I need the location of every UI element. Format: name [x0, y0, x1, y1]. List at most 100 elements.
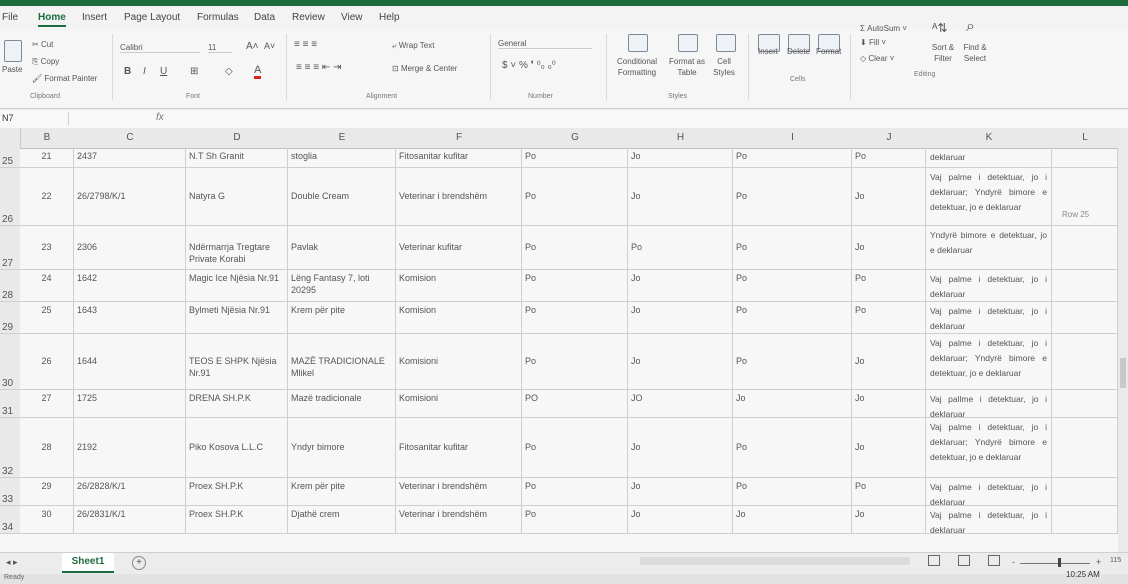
menu-help[interactable]: Help: [379, 12, 400, 23]
cell-product[interactable]: Yndyr bimore: [288, 418, 396, 478]
cell-j[interactable]: Po: [852, 478, 926, 506]
cell-id[interactable]: 1642: [74, 270, 186, 302]
cell-i[interactable]: Po: [733, 478, 852, 506]
cell-name[interactable]: DRENA SH.P.K: [186, 390, 288, 418]
cell-num[interactable]: 24: [20, 270, 74, 302]
cell-empty[interactable]: [1052, 418, 1118, 478]
copy-button[interactable]: ⎘ Copy: [32, 57, 59, 67]
cell-j[interactable]: Jo: [852, 334, 926, 390]
cell-g[interactable]: Po: [522, 418, 628, 478]
column-header-l[interactable]: L: [1052, 128, 1118, 149]
cell-styles-icon[interactable]: [716, 34, 736, 52]
clear-button[interactable]: ◇ Clear ˅: [860, 54, 894, 63]
cut-button[interactable]: ✂ Cut: [32, 40, 53, 49]
row-header[interactable]: 29: [0, 302, 20, 334]
cell-product[interactable]: Djathë crem: [288, 506, 396, 534]
zoom-in-icon[interactable]: +: [1096, 557, 1101, 567]
cell-id[interactable]: 2192: [74, 418, 186, 478]
paste-icon[interactable]: [4, 40, 22, 62]
row-header[interactable]: 25: [0, 148, 20, 168]
cell-g[interactable]: PO: [522, 390, 628, 418]
cell-id[interactable]: 1725: [74, 390, 186, 418]
cell-id[interactable]: 2437: [74, 148, 186, 168]
find-select-button[interactable]: Find & Select: [958, 42, 992, 64]
number-format-select[interactable]: General: [498, 39, 592, 49]
cell-empty[interactable]: [1052, 506, 1118, 534]
cell-name[interactable]: Ndërmarrja Tregtare Private Korabi: [186, 226, 288, 270]
cell-name[interactable]: Bylmeti Njësia Nr.91: [186, 302, 288, 334]
cell-j[interactable]: Jo: [852, 506, 926, 534]
cell-num[interactable]: 25: [20, 302, 74, 334]
cell-num[interactable]: 28: [20, 418, 74, 478]
cell-name[interactable]: TEOS E SHPK Njësia Nr.91: [186, 334, 288, 390]
cell-id[interactable]: 26/2828/K/1: [74, 478, 186, 506]
align-top-icon[interactable]: ≡ ≡ ≡: [294, 39, 317, 50]
cell-control[interactable]: Veterinar i brendshëm: [396, 506, 522, 534]
format-as-table-icon[interactable]: [678, 34, 698, 52]
row-header[interactable]: 33: [0, 478, 20, 506]
cell-g[interactable]: Po: [522, 302, 628, 334]
cell-num[interactable]: 26: [20, 334, 74, 390]
row-header[interactable]: 34: [0, 506, 20, 534]
cell-j[interactable]: Jo: [852, 390, 926, 418]
menu-insert[interactable]: Insert: [82, 12, 107, 23]
cell-product[interactable]: Lëng Fantasy 7, loti 20295: [288, 270, 396, 302]
normal-view-icon[interactable]: [928, 555, 940, 566]
row-header[interactable]: 26: [0, 168, 20, 226]
borders-icon[interactable]: ⊞: [190, 66, 198, 77]
name-box[interactable]: N7: [0, 112, 69, 125]
row-header[interactable]: 32: [0, 418, 20, 478]
cell-k[interactable]: Vaj palme i detektuar, jo i deklaruar: [926, 270, 1052, 302]
cell-g[interactable]: Po: [522, 478, 628, 506]
menu-formulas[interactable]: Formulas: [197, 12, 239, 23]
cell-product[interactable]: Krem për pite: [288, 302, 396, 334]
row-header[interactable]: 28: [0, 270, 20, 302]
cell-i[interactable]: Po: [733, 168, 852, 226]
column-header-e[interactable]: E: [288, 128, 397, 149]
cell-name[interactable]: Piko Kosova L.L.C: [186, 418, 288, 478]
column-header-d[interactable]: D: [186, 128, 289, 149]
align-left-icon[interactable]: ≡ ≡ ≡ ⇤ ⇥: [296, 62, 341, 73]
cell-g[interactable]: Po: [522, 168, 628, 226]
conditional-formatting-icon[interactable]: [628, 34, 648, 52]
cell-h[interactable]: Jo: [628, 270, 733, 302]
cell-g[interactable]: Po: [522, 148, 628, 168]
cell-name[interactable]: Natyra G: [186, 168, 288, 226]
cell-i[interactable]: Jo: [733, 390, 852, 418]
cell-num[interactable]: 21: [20, 148, 74, 168]
cell-product[interactable]: Pavlak: [288, 226, 396, 270]
fx-icon[interactable]: fx: [156, 112, 164, 123]
cell-id[interactable]: 1644: [74, 334, 186, 390]
page-break-view-icon[interactable]: [988, 555, 1000, 566]
decrease-font-icon[interactable]: A˅: [264, 41, 275, 51]
menu-data[interactable]: Data: [254, 12, 275, 23]
currency-icon[interactable]: $ ˅ % ❜ ⁰₀ ₀⁰: [502, 60, 556, 71]
menu-file[interactable]: File: [2, 12, 18, 23]
cell-num[interactable]: 22: [20, 168, 74, 226]
cell-g[interactable]: Po: [522, 270, 628, 302]
cell-control[interactable]: Fitosanitar kufitar: [396, 418, 522, 478]
column-header-b[interactable]: B: [20, 128, 75, 149]
cell-empty[interactable]: [1052, 390, 1118, 418]
cell-g[interactable]: Po: [522, 226, 628, 270]
cell-control[interactable]: Veterinar kufitar: [396, 226, 522, 270]
sheet-nav-icon[interactable]: ◂ ▸: [6, 557, 18, 568]
cell-k[interactable]: deklaruar: [926, 148, 1052, 168]
autosum-button[interactable]: Σ AutoSum ˅: [860, 24, 907, 33]
conditional-formatting-button[interactable]: Conditional Formatting: [614, 56, 660, 78]
cell-k[interactable]: Vaj palme i detektuar, jo i deklaruar; Y…: [926, 334, 1052, 390]
column-header-i[interactable]: I: [733, 128, 853, 149]
cell-control[interactable]: Komisioni: [396, 334, 522, 390]
menu-review[interactable]: Review: [292, 12, 325, 23]
cell-k[interactable]: Vaj palme i detektuar, jo i deklaruar; Y…: [926, 418, 1052, 478]
zoom-slider-knob[interactable]: [1058, 558, 1061, 567]
cell-styles-button[interactable]: Cell Styles: [708, 56, 740, 78]
cell-id[interactable]: 1643: [74, 302, 186, 334]
cell-id[interactable]: 26/2798/K/1: [74, 168, 186, 226]
page-layout-view-icon[interactable]: [958, 555, 970, 566]
underline-icon[interactable]: U: [160, 66, 167, 77]
column-header-f[interactable]: F: [396, 128, 523, 149]
cell-num[interactable]: 23: [20, 226, 74, 270]
paste-button[interactable]: Paste: [2, 65, 22, 74]
cell-i[interactable]: Po: [733, 418, 852, 478]
